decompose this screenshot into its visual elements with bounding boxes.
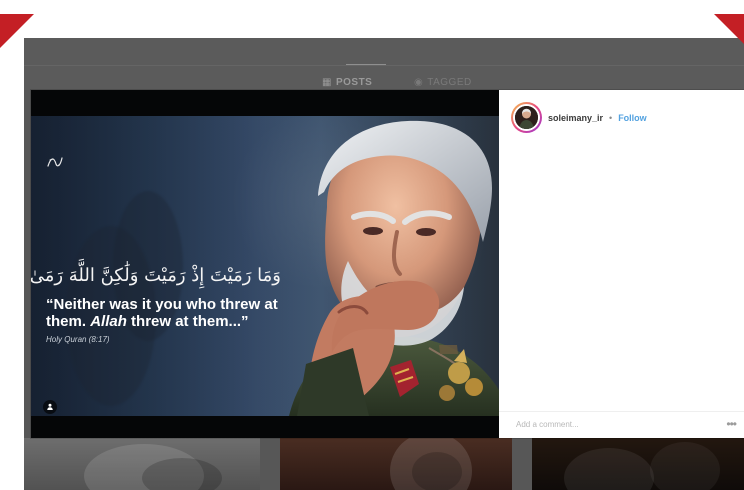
- portrait-illustration: [289, 120, 499, 416]
- tab-tagged-label: TAGGED: [427, 77, 472, 88]
- avatar[interactable]: [511, 102, 542, 133]
- post-modal: وَمَا رَمَيْتَ إِذْ رَمَيْتَ وَلَٰكِنَّ …: [31, 90, 744, 438]
- tab-posts[interactable]: ▦ POSTS: [322, 64, 387, 88]
- profile-photo-icon: [515, 106, 538, 129]
- grid-post-thumbnail[interactable]: [532, 438, 744, 490]
- author-username[interactable]: soleimany_ir: [548, 113, 603, 123]
- quote-line-2: them. Allah threw at them...”: [46, 313, 281, 330]
- grid-post-thumbnail[interactable]: [280, 438, 512, 490]
- post-media: وَمَا رَمَيْتَ إِذْ رَمَيْتَ وَلَٰكِنَّ …: [31, 90, 499, 438]
- post-image: وَمَا رَمَيْتَ إِذْ رَمَيْتَ وَلَٰكِنَّ …: [31, 116, 499, 416]
- thumbnail-figure: [564, 448, 654, 490]
- tab-tagged[interactable]: ◉ TAGGED: [414, 77, 472, 88]
- quote-block: وَمَا رَمَيْتَ إِذْ رَمَيْتَ وَلَٰكِنَّ …: [31, 265, 281, 345]
- thumbnail-shadow: [412, 452, 462, 490]
- tabs-divider: [24, 65, 744, 66]
- quote-line-2-prefix: them.: [46, 313, 91, 331]
- quote-line-2-suffix: threw at them...”: [126, 313, 249, 331]
- tag-icon: ◉: [414, 76, 424, 88]
- quote-line-1: “Neither was it you who threw at: [46, 295, 278, 313]
- tab-posts-label: POSTS: [335, 77, 373, 88]
- profile-tabs: ▦ POSTS ◉ TAGGED: [24, 38, 744, 90]
- profile-overlay-frame: ▦ POSTS ◉ TAGGED وَمَا رَمَيْتَ إِذْ رَم…: [24, 38, 744, 490]
- thumbnail-shadow: [650, 442, 720, 490]
- post-author-header: soleimany_ir • Follow: [511, 102, 647, 133]
- grid-icon: ▦: [322, 76, 332, 88]
- follow-button[interactable]: Follow: [618, 113, 647, 123]
- post-sidebar: soleimany_ir • Follow Add a comment... •…: [499, 90, 744, 438]
- grid-post-thumbnail[interactable]: [24, 438, 260, 490]
- corner-mark-top-left: [0, 14, 34, 48]
- thumbnail-shadow: [142, 458, 222, 490]
- person-icon: [47, 403, 53, 410]
- quote-citation: Holy Quran (8:17): [46, 335, 110, 345]
- header-separator: •: [609, 112, 613, 123]
- more-options-icon[interactable]: •••: [726, 418, 737, 430]
- quote-line-2-emphasis: Allah: [90, 313, 127, 331]
- avatar-ring-inner: [513, 104, 540, 131]
- comment-input[interactable]: Add a comment...: [516, 420, 579, 429]
- comment-bar: Add a comment... •••: [499, 411, 744, 438]
- signature-logo: [47, 157, 63, 167]
- corner-mark-top-right: [714, 14, 744, 44]
- user-tag-icon[interactable]: [43, 400, 57, 414]
- avatar-photo: [515, 106, 538, 129]
- arabic-verse: وَمَا رَمَيْتَ إِذْ رَمَيْتَ وَلَٰكِنَّ …: [31, 265, 281, 286]
